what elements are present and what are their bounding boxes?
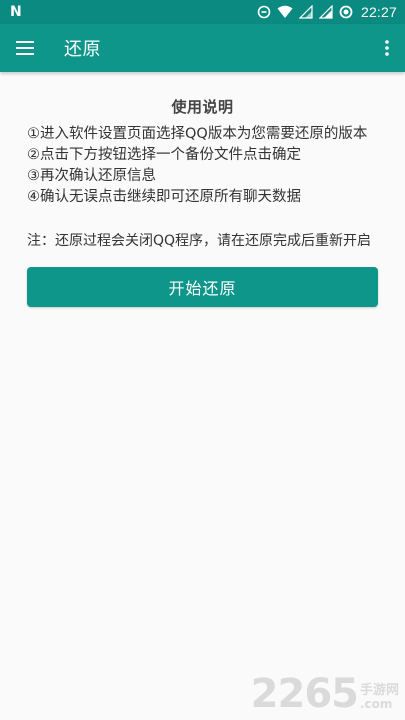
instruction-step-4: ④确认无误点击继续即可还原所有聊天数据	[27, 189, 301, 205]
wifi-icon	[277, 5, 293, 19]
watermark-cn: 手游网	[359, 683, 399, 698]
status-left: N	[10, 5, 257, 19]
battery-icon	[339, 5, 353, 19]
instructions-list: ①进入软件设置页面选择QQ版本为您需要还原的版本 ②点击下方按钮选择一个备份文件…	[27, 124, 367, 208]
restore-note: 注：还原过程会关闭QQ程序，请在还原完成后重新开启	[27, 233, 372, 249]
n-logo-icon: N	[10, 4, 22, 20]
instruction-step-2: ②点击下方按钮选择一个备份文件点击确定	[27, 147, 301, 163]
signal-icon-2	[318, 5, 333, 19]
watermark-text: 手游网 .com	[359, 683, 399, 711]
status-bar: N 22:27	[0, 0, 405, 24]
more-vert-icon[interactable]	[375, 24, 399, 72]
watermark-suffix: .com	[359, 697, 393, 711]
signal-icon	[298, 5, 313, 19]
hamburger-menu-icon[interactable]	[0, 24, 51, 72]
data-saver-icon	[257, 5, 271, 19]
instruction-step-1: ①进入软件设置页面选择QQ版本为您需要还原的版本	[27, 126, 368, 142]
watermark-number: 2265	[250, 671, 359, 717]
app-bar: 还原	[0, 24, 405, 72]
page-title: 还原	[64, 39, 101, 60]
main-content: 使用说明 ①进入软件设置页面选择QQ版本为您需要还原的版本 ②点击下方按钮选择一…	[0, 72, 405, 720]
status-right: 22:27	[257, 4, 397, 20]
start-restore-button[interactable]: 开始还原	[27, 267, 378, 307]
watermark-logo: 2265 手游网 .com	[251, 674, 399, 714]
instructions-title: 使用说明	[171, 98, 234, 116]
clock-time: 22:27	[360, 4, 397, 20]
instruction-step-3: ③再次确认还原信息	[27, 168, 156, 184]
